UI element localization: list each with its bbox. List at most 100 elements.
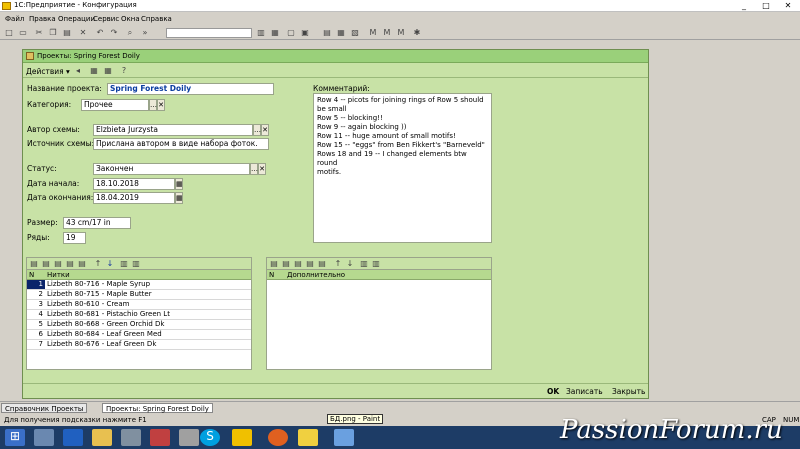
end-edit-icon[interactable]: ▤ [317,259,327,269]
menu-windows[interactable]: Окна [121,15,140,23]
menu-operations[interactable]: Операции [58,15,95,23]
source-field[interactable]: Прислана автором в виде набора фоток. [93,138,269,150]
1c-icon[interactable] [298,429,318,446]
table-row[interactable]: 5 Lizbeth 80-668 - Green Orchid Dk [27,320,251,330]
status-clear-button[interactable]: ✕ [258,163,266,175]
cut-icon[interactable]: ✂ [34,28,44,38]
copy-row-icon[interactable]: ▤ [41,259,51,269]
size-field[interactable]: 43 cm/17 in [63,217,131,229]
edit-row-icon[interactable]: ▤ [53,259,63,269]
back-icon[interactable]: ◂ [73,66,83,76]
close-form-button[interactable]: Закрыть [612,387,645,396]
save-button[interactable]: Записать [566,387,603,396]
author-select-button[interactable]: … [253,124,261,136]
copy-row-icon[interactable]: ▤ [281,259,291,269]
table-row[interactable]: 7 Lizbeth 80-676 - Leaf Green Dk [27,340,251,350]
author-field[interactable]: Elzbieta Jurzysta [93,124,253,136]
status-field[interactable]: Закончен [93,163,250,175]
wand-icon[interactable]: ✱ [412,28,422,38]
menu-service[interactable]: Сервис [93,15,119,23]
edit-row-icon[interactable]: ▤ [293,259,303,269]
structure-icon[interactable]: ▦ [89,66,99,76]
col-threads-header[interactable]: Нитки [47,271,70,279]
tab-project-form[interactable]: Проекты: Spring Forest Doily [102,403,213,413]
new-icon[interactable]: □ [4,28,14,38]
close-button[interactable]: ✕ [777,0,799,11]
delete-row-icon[interactable]: ▤ [65,259,75,269]
minimize-button[interactable]: _ [733,0,755,11]
status-select-button[interactable]: … [250,163,258,175]
category-clear-button[interactable]: ✕ [157,99,165,111]
calendar-icon[interactable]: ▤ [322,28,332,38]
move-up-icon[interactable]: ↑ [333,259,343,269]
table-row[interactable]: 1 Lizbeth 80-716 - Maple Syrup [27,280,251,290]
name-field[interactable]: Spring Forest Doily [107,83,274,95]
move-down-icon[interactable]: ↓ [105,259,115,269]
tab-projects-catalog[interactable]: Справочник Проекты [1,403,88,413]
table-row[interactable]: 3 Lizbeth 80-610 - Cream [27,300,251,310]
search-combobox[interactable] [166,28,252,38]
move-up-icon[interactable]: ↑ [93,259,103,269]
calculator-icon[interactable] [121,429,141,446]
table-icon[interactable]: ▧ [350,28,360,38]
table-row[interactable]: 6 Lizbeth 80-684 - Leaf Green Med [27,330,251,340]
window-icon[interactable]: ▢ [286,28,296,38]
subordinate-icon[interactable]: ▦ [103,66,113,76]
calc-icon[interactable]: ▦ [336,28,346,38]
desktop-icon[interactable] [34,429,54,446]
table-row[interactable]: 2 Lizbeth 80-715 - Maple Butter [27,290,251,300]
find-icon[interactable]: ⌕ [125,28,135,38]
sort-desc-icon[interactable]: ▥ [131,259,141,269]
batman-icon[interactable] [232,429,252,446]
start-icon[interactable]: ⊞ [5,429,25,446]
start-calendar-icon[interactable]: ▦ [175,178,183,190]
rows-field[interactable]: 19 [63,232,86,244]
author-clear-button[interactable]: ✕ [261,124,269,136]
menu-edit[interactable]: Правка [29,15,56,23]
ok-button[interactable]: OK [547,387,559,396]
table-row[interactable]: 4 Lizbeth 80-681 - Pistachio Green Lt [27,310,251,320]
undo-icon[interactable]: ↶ [95,28,105,38]
m-minus-icon[interactable]: M [396,28,406,38]
app-icon-gray[interactable] [179,429,199,446]
sort-asc-icon[interactable]: ▥ [119,259,129,269]
ie-icon[interactable] [63,429,83,446]
help-icon[interactable]: ? [119,66,129,76]
end-calendar-icon[interactable]: ▦ [175,192,183,204]
actions-menu[interactable]: Действия ▾ [26,67,70,76]
game-icon[interactable] [150,429,170,446]
col-extra-header[interactable]: Дополнительно [287,271,345,279]
move-down-icon[interactable]: ↓ [345,259,355,269]
m-icon[interactable]: M [368,28,378,38]
paint-icon[interactable] [334,429,354,446]
start-date-field[interactable]: 18.10.2018 [93,178,175,190]
redo-icon[interactable]: ↷ [109,28,119,38]
sort-asc-icon[interactable]: ▥ [359,259,369,269]
firefox-icon[interactable] [268,429,288,446]
add-row-icon[interactable]: ▤ [269,259,279,269]
delete-row-icon[interactable]: ▤ [305,259,315,269]
open-icon[interactable]: ▭ [18,28,28,38]
windows-list-icon[interactable]: ▣ [300,28,310,38]
m-plus-icon[interactable]: M [382,28,392,38]
print-preview-icon[interactable]: ▦ [270,28,280,38]
paste-icon[interactable]: ▤ [62,28,72,38]
sort-desc-icon[interactable]: ▥ [371,259,381,269]
category-select-button[interactable]: … [149,99,157,111]
category-field[interactable]: Прочее [81,99,149,111]
maximize-button[interactable]: □ [755,0,777,11]
menu-file[interactable]: Файл [5,15,24,23]
skype-icon[interactable]: S [200,429,220,446]
folder-icon[interactable] [92,429,112,446]
end-edit-icon[interactable]: ▤ [77,259,87,269]
find-next-icon[interactable]: » [140,28,150,38]
comment-textarea[interactable]: Row 4 -- picots for joining rings of Row… [313,93,492,243]
col-n-header[interactable]: N [269,271,274,279]
copy-icon[interactable]: ❐ [48,28,58,38]
end-date-field[interactable]: 18.04.2019 [93,192,175,204]
col-n-header[interactable]: N [29,271,34,279]
menu-help[interactable]: Справка [141,15,172,23]
add-row-icon[interactable]: ▤ [29,259,39,269]
delete-icon[interactable]: ✕ [78,28,88,38]
print-icon[interactable]: ▥ [256,28,266,38]
